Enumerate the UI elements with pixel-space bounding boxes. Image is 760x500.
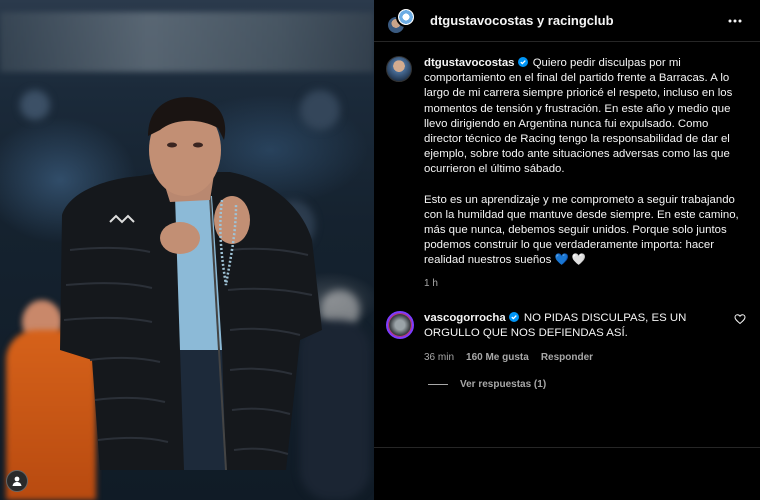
author-conjunction: y: [536, 13, 545, 28]
comment-meta: 36 min 160 Me gusta Responder: [424, 352, 726, 363]
divider: [374, 447, 760, 448]
post-timestamp[interactable]: 1 h: [424, 278, 746, 289]
avatar[interactable]: [386, 56, 412, 82]
post-authors: dtgustavocostas y racingclub: [430, 13, 724, 28]
comment-username[interactable]: vascogorrocha: [424, 312, 506, 324]
more-horizontal-icon: [728, 19, 742, 22]
post-panel: dtgustavocostas y racingclub dtgustavoco…: [374, 0, 760, 500]
comment-content: vascogorrocha NO PIDAS DISCULPAS, ES UN …: [424, 311, 726, 341]
heart-outline-icon[interactable]: [734, 313, 746, 325]
post-image[interactable]: [0, 0, 374, 500]
reply-button[interactable]: Responder: [541, 352, 593, 363]
verified-badge-icon: [508, 311, 519, 322]
caption: dtgustavocostas Quiero pedir disculpas p…: [374, 42, 760, 289]
person-icon: [12, 476, 22, 486]
view-replies-label: Ver respuestas (1): [460, 379, 547, 391]
collab-avatars[interactable]: [386, 5, 418, 37]
comment: vascogorrocha NO PIDAS DISCULPAS, ES UN …: [374, 310, 760, 363]
comment-likes[interactable]: 160 Me gusta: [466, 352, 529, 363]
heart-emojis: 💙 🤍: [554, 254, 586, 267]
caption-paragraph: dtgustavocostas Quiero pedir disculpas p…: [424, 56, 746, 178]
avatar[interactable]: [386, 310, 414, 339]
comment-timestamp[interactable]: 36 min: [424, 352, 454, 363]
post-header: dtgustavocostas y racingclub: [374, 0, 760, 42]
divider: [428, 384, 448, 386]
avatar: [396, 6, 416, 27]
caption-text: Quiero pedir disculpas por mi comportami…: [424, 57, 733, 176]
caption-username[interactable]: dtgustavocostas: [424, 57, 515, 69]
tagged-user-icon[interactable]: [6, 470, 28, 492]
verified-badge-icon: [517, 57, 528, 67]
coach-figure: [60, 97, 322, 471]
more-options-button[interactable]: [724, 10, 746, 32]
author-link[interactable]: dtgustavocostas: [430, 13, 533, 28]
author-link[interactable]: racingclub: [548, 13, 614, 28]
caption-paragraph: Esto es un aprendizaje y me comprometo a…: [424, 193, 746, 269]
view-replies-button[interactable]: Ver respuestas (1): [428, 379, 760, 390]
